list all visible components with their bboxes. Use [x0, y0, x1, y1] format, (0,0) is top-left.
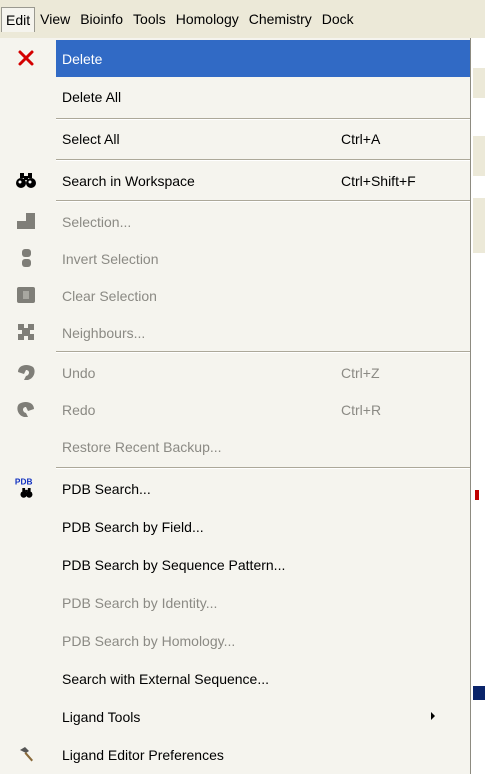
menu-edit[interactable]: Edit: [1, 6, 36, 32]
menu-item-search-in-workspace[interactable]: Search in Workspace Ctrl+Shift+F: [0, 162, 469, 199]
menu-item-clear-selection[interactable]: Clear Selection: [0, 277, 469, 314]
menu-item-label: Delete All: [62, 88, 122, 105]
menu-item-label: Search with External Sequence...: [62, 670, 270, 687]
menu-item-pdb-search-by-identity[interactable]: PDB Search by Identity...: [0, 584, 469, 621]
menu-item-label: Invert Selection: [62, 250, 159, 267]
menu-item-label: Undo: [62, 364, 96, 381]
menu-item-delete[interactable]: Delete: [56, 40, 470, 77]
menu-item-restore-recent-backup[interactable]: Restore Recent Backup...: [0, 428, 469, 465]
menu-item-shortcut: Ctrl+Shift+F: [341, 172, 416, 189]
menu-item-label: PDB Search...: [62, 480, 151, 497]
binoculars-icon: [14, 170, 38, 190]
menu-item-label: PDB Search by Homology...: [62, 632, 236, 649]
menu-item-ligand-tools[interactable]: Ligand Tools: [0, 698, 469, 735]
hammer-icon: [14, 744, 38, 764]
app-background: [470, 38, 485, 774]
background-toolbar-fragment: [473, 68, 485, 98]
pdb-search-icon: PDB: [14, 476, 38, 498]
menu-item-pdb-search-by-field[interactable]: PDB Search by Field...: [0, 508, 469, 545]
menu-item-pdb-search-by-sequence-pattern[interactable]: PDB Search by Sequence Pattern...: [0, 546, 469, 583]
menu-view[interactable]: View: [35, 7, 75, 31]
menu-item-label: Clear Selection: [62, 287, 157, 304]
menu-item-shortcut: Ctrl+A: [341, 130, 381, 147]
redo-icon: [14, 399, 38, 419]
menu-docking[interactable]: Dock: [317, 7, 359, 31]
menu-homology[interactable]: Homology: [171, 7, 244, 31]
svg-text:PDB: PDB: [15, 476, 33, 486]
menu-item-pdb-search-by-homology[interactable]: PDB Search by Homology...: [0, 622, 469, 659]
menu-item-search-with-external-sequence[interactable]: Search with External Sequence...: [0, 660, 469, 697]
menu-tools[interactable]: Tools: [128, 7, 171, 31]
menu-item-label: Ligand Tools: [62, 708, 141, 725]
delete-x-icon: [14, 48, 38, 68]
menu-item-label: Select All: [62, 130, 120, 147]
background-selection-fragment: [473, 686, 485, 700]
menu-separator: [56, 200, 470, 202]
selection-icon: [14, 211, 38, 231]
submenu-arrow-icon: [431, 712, 435, 720]
menu-item-label: Ligand Editor Preferences: [62, 746, 224, 763]
menu-separator: [56, 467, 470, 469]
menu-item-label: Delete: [62, 50, 103, 67]
menu-item-redo[interactable]: Redo Ctrl+R: [0, 391, 469, 428]
menu-item-invert-selection[interactable]: Invert Selection: [0, 240, 469, 277]
menu-chemistry[interactable]: Chemistry: [244, 7, 317, 31]
menu-bioinfo[interactable]: Bioinfo: [75, 7, 128, 31]
menu-item-ligand-editor-preferences[interactable]: Ligand Editor Preferences: [0, 736, 469, 773]
menubar: Edit View Bioinfo Tools Homology Chemist…: [0, 0, 485, 39]
background-marker: [475, 490, 479, 500]
menu-item-label: PDB Search by Field...: [62, 518, 204, 535]
background-toolbar-fragment: [473, 136, 485, 176]
menu-item-selection[interactable]: Selection...: [0, 203, 469, 240]
menu-item-label: Search in Workspace: [62, 172, 195, 189]
menu-item-label: PDB Search by Sequence Pattern...: [62, 556, 286, 573]
menu-separator: [56, 159, 470, 161]
menu-item-delete-all[interactable]: Delete All: [0, 78, 469, 115]
menu-item-label: Selection...: [62, 213, 132, 230]
menu-separator: [56, 351, 470, 353]
menu-item-shortcut: Ctrl+Z: [341, 364, 380, 381]
menu-item-label: Redo: [62, 401, 96, 418]
menu-item-pdb-search[interactable]: PDB PDB Search...: [0, 470, 469, 507]
edit-menu-dropdown: Delete Delete All Select All Ctrl+A Sear…: [0, 38, 471, 774]
menu-item-neighbours[interactable]: Neighbours...: [0, 314, 469, 351]
menu-item-shortcut: Ctrl+R: [341, 401, 382, 418]
invert-selection-icon: [14, 248, 38, 268]
menu-item-undo[interactable]: Undo Ctrl+Z: [0, 354, 469, 391]
menu-item-label: Neighbours...: [62, 324, 146, 341]
clear-selection-icon: [14, 285, 38, 305]
menu-item-label: PDB Search by Identity...: [62, 594, 218, 611]
background-toolbar-fragment: [473, 198, 485, 253]
menu-item-label: Restore Recent Backup...: [62, 438, 222, 455]
menu-item-select-all[interactable]: Select All Ctrl+A: [0, 120, 469, 157]
neighbours-icon: [14, 322, 38, 342]
undo-icon: [14, 362, 38, 382]
